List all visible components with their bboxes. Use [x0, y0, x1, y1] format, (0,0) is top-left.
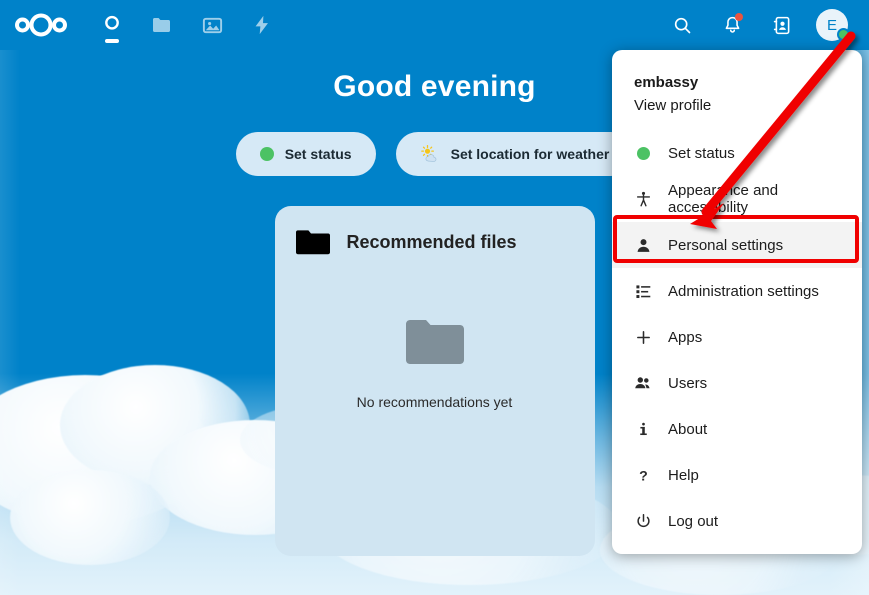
nav-item-photos[interactable] — [187, 0, 237, 50]
weather-sun-cloud-icon — [420, 144, 440, 164]
view-profile-link[interactable]: View profile — [634, 94, 840, 118]
contacts-button[interactable] — [757, 0, 807, 50]
set-weather-location-button[interactable]: Set location for weather — [396, 132, 634, 176]
menu-item-administration-settings[interactable]: Administration settings — [612, 268, 862, 314]
nextcloud-logo-icon[interactable] — [13, 12, 75, 38]
widget-recommended-files: Recommended files No recommendations yet — [275, 206, 595, 556]
menu-user-name: embassy — [634, 72, 840, 94]
set-status-label: Set status — [285, 146, 352, 162]
power-icon — [634, 513, 652, 530]
menu-item-label: Administration settings — [668, 283, 819, 300]
info-icon — [634, 421, 652, 438]
menu-item-label: Apps — [668, 329, 702, 346]
top-header-bar: E — [0, 0, 869, 50]
account-dropdown-menu: embassy View profile Set status Appearan… — [612, 50, 862, 554]
nav-item-activity[interactable] — [237, 0, 287, 50]
menu-item-label: Personal settings — [668, 237, 783, 254]
svg-text:?: ? — [639, 468, 648, 484]
notifications-button[interactable] — [707, 0, 757, 50]
menu-item-set-status[interactable]: Set status — [612, 130, 862, 176]
nextcloud-dashboard-window: E Good evening Set status — [0, 0, 869, 595]
plus-icon — [634, 329, 652, 346]
menu-item-about[interactable]: About — [612, 406, 862, 452]
set-weather-label: Set location for weather — [451, 146, 610, 162]
account-icon — [634, 237, 652, 254]
question-mark-icon: ? — [634, 467, 652, 484]
status-dot-icon — [260, 147, 274, 161]
menu-item-label: About — [668, 421, 707, 438]
search-button[interactable] — [657, 0, 707, 50]
app-navigation — [87, 0, 287, 50]
contacts-icon — [772, 15, 793, 36]
accessibility-icon — [634, 191, 652, 208]
widget-empty-state: No recommendations yet — [295, 318, 575, 410]
folder-placeholder-icon — [404, 318, 466, 368]
nav-item-dashboard[interactable] — [87, 0, 137, 50]
widget-empty-text: No recommendations yet — [357, 394, 513, 410]
settings-list-icon — [634, 283, 652, 300]
menu-item-logout[interactable]: Log out — [612, 498, 862, 544]
widget-header: Recommended files — [295, 228, 575, 256]
menu-item-appearance[interactable]: Appearance and accessibility — [612, 176, 862, 222]
widget-title: Recommended files — [347, 232, 517, 253]
header-actions: E — [657, 0, 869, 50]
nav-item-files[interactable] — [137, 0, 187, 50]
menu-item-label: Log out — [668, 513, 718, 530]
user-avatar-button[interactable]: E — [807, 0, 857, 50]
folder-icon — [295, 228, 331, 256]
menu-item-users[interactable]: Users — [612, 360, 862, 406]
menu-item-personal-settings[interactable]: Personal settings — [612, 222, 862, 268]
search-icon — [672, 15, 693, 36]
menu-item-label: Help — [668, 467, 699, 484]
status-dot-icon — [634, 147, 652, 160]
menu-item-apps[interactable]: Apps — [612, 314, 862, 360]
notification-badge-dot — [735, 13, 743, 21]
menu-user-block: embassy View profile — [612, 62, 862, 124]
users-group-icon — [634, 374, 652, 392]
menu-item-label: Set status — [668, 145, 735, 162]
menu-item-label: Appearance and accessibility — [668, 182, 840, 216]
set-status-button[interactable]: Set status — [236, 132, 376, 176]
avatar-online-status-dot — [837, 28, 850, 41]
menu-item-help[interactable]: ? Help — [612, 452, 862, 498]
menu-items-list: Set status Appearance and accessibility — [612, 130, 862, 544]
menu-item-label: Users — [668, 375, 707, 392]
